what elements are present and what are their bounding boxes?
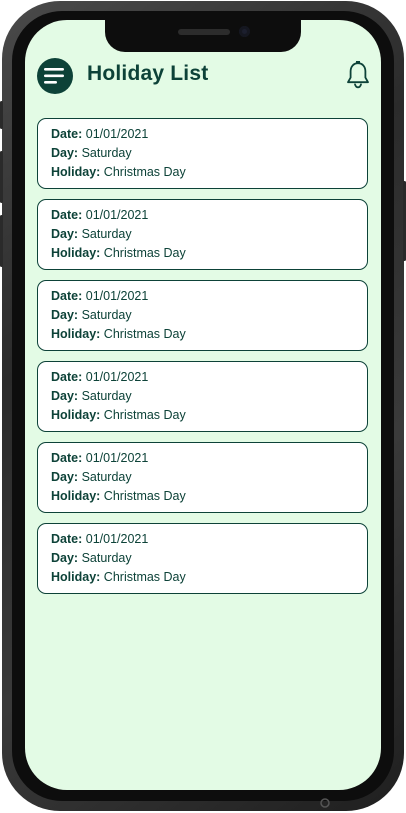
- holiday-label: Holiday:: [51, 489, 101, 503]
- holiday-row: Holiday: Christmas Day: [51, 568, 367, 587]
- holiday-card[interactable]: Date: 01/01/2021 Day: Saturday Holiday: …: [37, 118, 368, 189]
- day-row: Day: Saturday: [51, 549, 367, 568]
- date-label: Date:: [51, 370, 83, 384]
- day-value: Saturday: [81, 551, 132, 565]
- holiday-label: Holiday:: [51, 570, 101, 584]
- day-label: Day:: [51, 551, 79, 565]
- holiday-label: Holiday:: [51, 246, 101, 260]
- day-label: Day:: [51, 470, 79, 484]
- front-camera: [239, 26, 250, 37]
- day-row: Day: Saturday: [51, 225, 367, 244]
- menu-button[interactable]: [37, 58, 73, 94]
- day-value: Saturday: [81, 146, 132, 160]
- date-value: 01/01/2021: [85, 289, 149, 303]
- holiday-label: Holiday:: [51, 165, 101, 179]
- holiday-card[interactable]: Date: 01/01/2021 Day: Saturday Holiday: …: [37, 361, 368, 432]
- holiday-card[interactable]: Date: 01/01/2021 Day: Saturday Holiday: …: [37, 280, 368, 351]
- day-row: Day: Saturday: [51, 306, 367, 325]
- menu-icon: [44, 68, 64, 84]
- day-row: Day: Saturday: [51, 144, 367, 163]
- date-row: Date: 01/01/2021: [51, 368, 367, 387]
- holiday-card[interactable]: Date: 01/01/2021 Day: Saturday Holiday: …: [37, 442, 368, 513]
- holiday-value: Christmas Day: [103, 489, 186, 503]
- date-label: Date:: [51, 532, 83, 546]
- holiday-row: Holiday: Christmas Day: [51, 406, 367, 425]
- day-value: Saturday: [81, 470, 132, 484]
- notch: [105, 20, 301, 52]
- holiday-value: Christmas Day: [103, 408, 186, 422]
- app-screen: Holiday List Date: 01/01/2021 Day: Satur…: [25, 20, 381, 790]
- holiday-value: Christmas Day: [103, 246, 186, 260]
- bell-icon[interactable]: [346, 60, 370, 90]
- date-row: Date: 01/01/2021: [51, 206, 367, 225]
- page-title: Holiday List: [87, 62, 209, 85]
- date-label: Date:: [51, 289, 83, 303]
- speaker-grille: [178, 29, 230, 35]
- holiday-card[interactable]: Date: 01/01/2021 Day: Saturday Holiday: …: [37, 199, 368, 270]
- date-value: 01/01/2021: [85, 451, 149, 465]
- volume-down-button: [0, 215, 3, 267]
- date-row: Date: 01/01/2021: [51, 125, 367, 144]
- date-value: 01/01/2021: [85, 370, 149, 384]
- day-label: Day:: [51, 227, 79, 241]
- date-value: 01/01/2021: [85, 532, 149, 546]
- volume-up-button: [0, 151, 3, 203]
- holiday-row: Holiday: Christmas Day: [51, 487, 367, 506]
- holiday-card[interactable]: Date: 01/01/2021 Day: Saturday Holiday: …: [37, 523, 368, 594]
- day-label: Day:: [51, 389, 79, 403]
- day-value: Saturday: [81, 389, 132, 403]
- date-row: Date: 01/01/2021: [51, 449, 367, 468]
- day-label: Day:: [51, 146, 79, 160]
- holiday-label: Holiday:: [51, 327, 101, 341]
- holiday-row: Holiday: Christmas Day: [51, 325, 367, 344]
- date-label: Date:: [51, 451, 83, 465]
- date-value: 01/01/2021: [85, 208, 149, 222]
- day-value: Saturday: [81, 227, 132, 241]
- app-header: Holiday List: [25, 58, 381, 98]
- holiday-value: Christmas Day: [103, 165, 186, 179]
- home-indicator: [320, 798, 330, 808]
- date-label: Date:: [51, 127, 83, 141]
- day-row: Day: Saturday: [51, 387, 367, 406]
- holiday-label: Holiday:: [51, 408, 101, 422]
- day-value: Saturday: [81, 308, 132, 322]
- day-label: Day:: [51, 308, 79, 322]
- holiday-list: Date: 01/01/2021 Day: Saturday Holiday: …: [37, 118, 368, 604]
- holiday-value: Christmas Day: [103, 570, 186, 584]
- date-label: Date:: [51, 208, 83, 222]
- holiday-row: Holiday: Christmas Day: [51, 244, 367, 263]
- holiday-row: Holiday: Christmas Day: [51, 163, 367, 182]
- side-button: [0, 101, 3, 129]
- day-row: Day: Saturday: [51, 468, 367, 487]
- holiday-value: Christmas Day: [103, 327, 186, 341]
- date-value: 01/01/2021: [85, 127, 149, 141]
- date-row: Date: 01/01/2021: [51, 287, 367, 306]
- date-row: Date: 01/01/2021: [51, 530, 367, 549]
